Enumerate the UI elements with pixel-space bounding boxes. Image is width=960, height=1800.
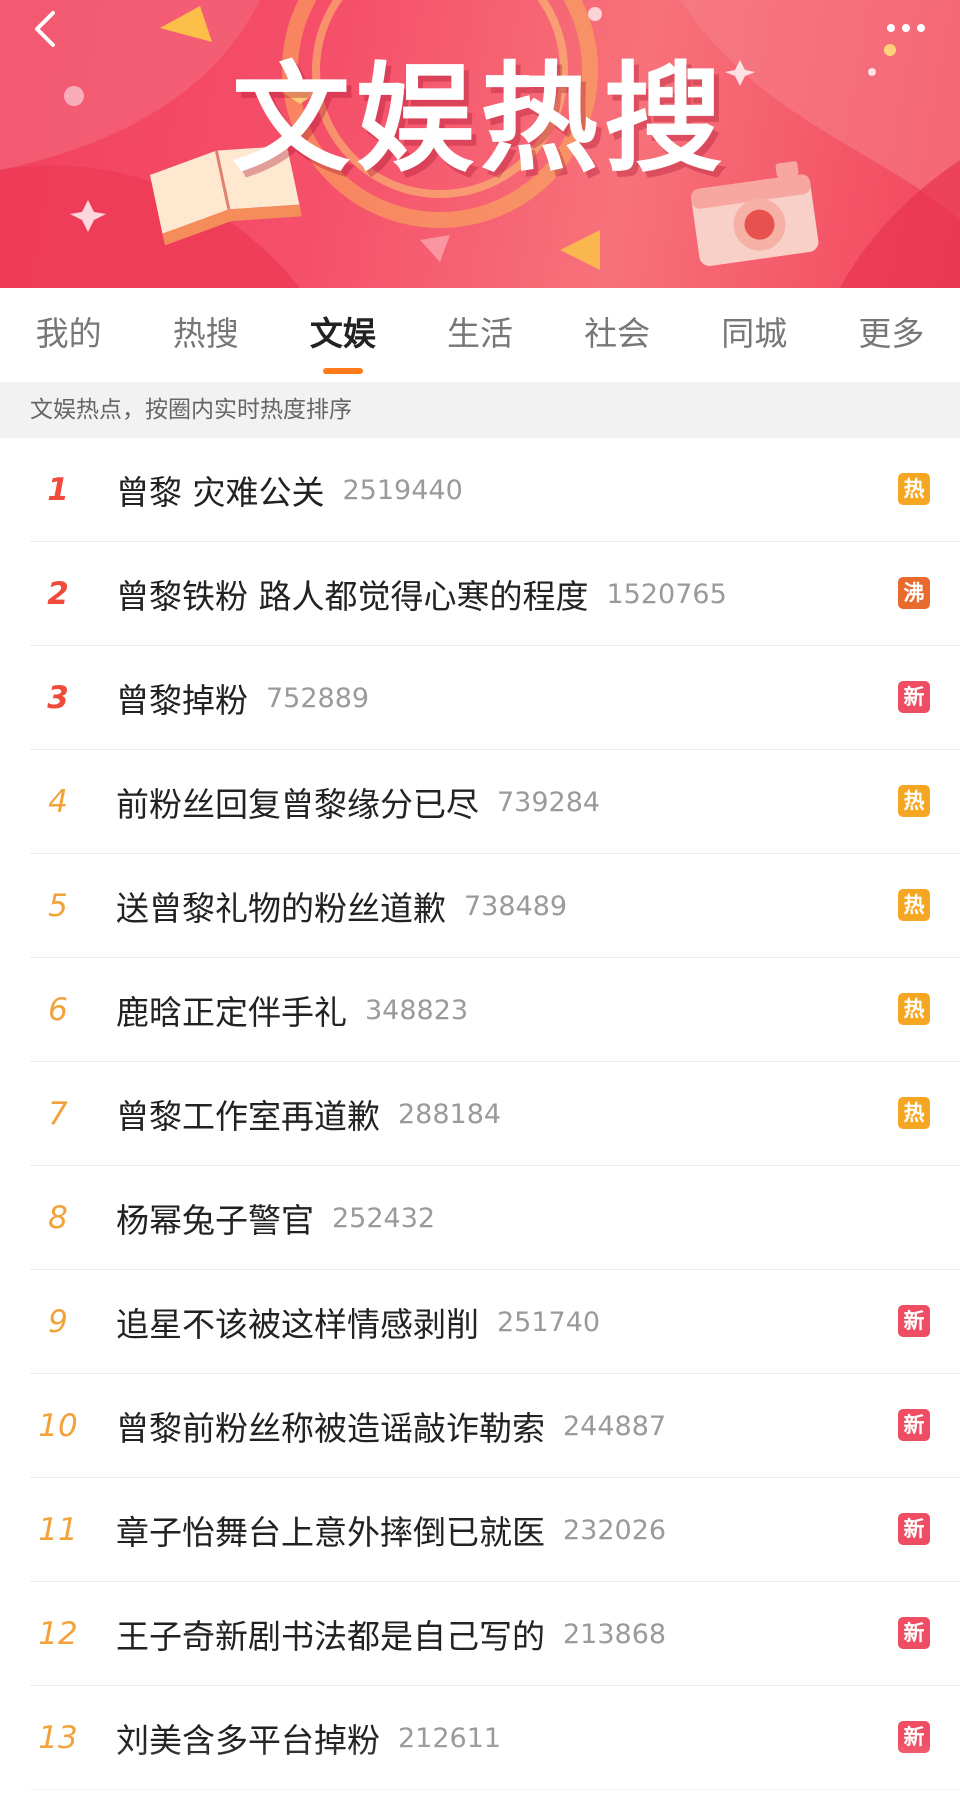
heat-count: 752889 bbox=[266, 682, 370, 714]
item-title: 曾黎 灾难公关 bbox=[116, 473, 325, 512]
rank-number: 11 bbox=[38, 1512, 78, 1548]
back-button[interactable] bbox=[22, 6, 68, 52]
heat-count: 232026 bbox=[563, 1514, 667, 1546]
chevron-left-icon bbox=[35, 11, 55, 47]
list-item[interactable]: 13 刘美含多平台掉粉 212611 新 bbox=[0, 1686, 960, 1790]
tab-hot-search[interactable]: 热搜 bbox=[137, 288, 274, 382]
status-badge: 新 bbox=[898, 681, 930, 713]
list-description: 文娱热点，按圈内实时热度排序 bbox=[0, 382, 960, 438]
item-title: 杨幂兔子警官 bbox=[116, 1201, 314, 1240]
rank-number: 5 bbox=[48, 888, 68, 924]
heat-count: 288184 bbox=[398, 1098, 502, 1130]
list-item[interactable]: 4 前粉丝回复曾黎缘分已尽 739284 热 bbox=[0, 750, 960, 854]
status-badge: 热 bbox=[898, 1097, 930, 1129]
list-item[interactable]: 1 曾黎 灾难公关 2519440 热 bbox=[0, 438, 960, 542]
list-item[interactable]: 2 曾黎铁粉 路人都觉得心寒的程度 1520765 沸 bbox=[0, 542, 960, 646]
list-item[interactable]: 5 送曾黎礼物的粉丝道歉 738489 热 bbox=[0, 854, 960, 958]
item-title: 刘美含多平台掉粉 bbox=[116, 1721, 380, 1760]
rank-number: 4 bbox=[48, 784, 68, 820]
item-title: 曾黎掉粉 bbox=[116, 681, 248, 720]
status-badge: 新 bbox=[898, 1617, 930, 1649]
list-item[interactable]: 3 曾黎掉粉 752889 新 bbox=[0, 646, 960, 750]
rank-number: 13 bbox=[38, 1720, 78, 1756]
hot-search-list: 1 曾黎 灾难公关 2519440 热 2 曾黎铁粉 路人都觉得心寒的程度 1520765… bbox=[0, 438, 960, 1790]
item-title: 曾黎前粉丝称被造谣敲诈勒索 bbox=[116, 1409, 545, 1448]
status-badge: 新 bbox=[898, 1305, 930, 1337]
header-banner: 文娱热搜 bbox=[0, 0, 960, 288]
heat-count: 213868 bbox=[563, 1618, 667, 1650]
tab-label: 文娱 bbox=[309, 314, 376, 353]
heat-count: 1520765 bbox=[606, 578, 727, 610]
rank-number: 12 bbox=[38, 1616, 78, 1652]
tab-label: 生活 bbox=[446, 314, 513, 353]
heat-count: 251740 bbox=[497, 1306, 601, 1338]
list-item[interactable]: 9 追星不该被这样情感剥削 251740 新 bbox=[0, 1270, 960, 1374]
status-badge: 热 bbox=[898, 993, 930, 1025]
list-item[interactable]: 7 曾黎工作室再道歉 288184 热 bbox=[0, 1062, 960, 1166]
tab-life[interactable]: 生活 bbox=[411, 288, 548, 382]
status-badge: 热 bbox=[898, 473, 930, 505]
item-title: 曾黎工作室再道歉 bbox=[116, 1097, 380, 1136]
category-tabs: 我的 热搜 文娱 生活 社会 同城 更多 bbox=[0, 288, 960, 382]
item-title: 鹿晗正定伴手礼 bbox=[116, 993, 347, 1032]
item-title: 追星不该被这样情感剥削 bbox=[116, 1305, 479, 1344]
tab-society[interactable]: 社会 bbox=[549, 288, 686, 382]
rank-number: 2 bbox=[47, 576, 69, 612]
tab-label: 热搜 bbox=[172, 314, 239, 353]
rank-number: 6 bbox=[48, 992, 68, 1028]
list-item[interactable]: 10 曾黎前粉丝称被造谣敲诈勒索 244887 新 bbox=[0, 1374, 960, 1478]
item-title: 送曾黎礼物的粉丝道歉 bbox=[116, 889, 446, 928]
rank-number: 1 bbox=[47, 472, 69, 508]
more-dot bbox=[902, 24, 910, 32]
heat-count: 2519440 bbox=[342, 474, 463, 506]
more-dot bbox=[917, 24, 925, 32]
item-title: 章子怡舞台上意外摔倒已就医 bbox=[116, 1513, 545, 1552]
tab-label: 更多 bbox=[858, 314, 925, 353]
rank-number: 8 bbox=[48, 1200, 68, 1236]
list-item[interactable]: 6 鹿晗正定伴手礼 348823 热 bbox=[0, 958, 960, 1062]
tab-label: 同城 bbox=[721, 314, 788, 353]
status-badge: 新 bbox=[898, 1409, 930, 1441]
status-badge: 新 bbox=[898, 1513, 930, 1545]
item-title: 曾黎铁粉 路人都觉得心寒的程度 bbox=[116, 577, 589, 616]
tab-entertainment[interactable]: 文娱 bbox=[274, 288, 411, 382]
list-item[interactable]: 8 杨幂兔子警官 252432 bbox=[0, 1166, 960, 1270]
heat-count: 212611 bbox=[398, 1722, 502, 1754]
list-item[interactable]: 11 章子怡舞台上意外摔倒已就医 232026 新 bbox=[0, 1478, 960, 1582]
heat-count: 244887 bbox=[563, 1410, 667, 1442]
list-item[interactable]: 12 王子奇新剧书法都是自己写的 213868 新 bbox=[0, 1582, 960, 1686]
rank-number: 3 bbox=[47, 680, 69, 716]
tab-more[interactable]: 更多 bbox=[823, 288, 960, 382]
status-badge: 热 bbox=[898, 785, 930, 817]
page-title: 文娱热搜 bbox=[231, 50, 728, 188]
status-badge: 沸 bbox=[898, 577, 930, 609]
rank-number: 10 bbox=[38, 1408, 78, 1444]
rank-number: 9 bbox=[48, 1304, 68, 1340]
status-badge: 新 bbox=[898, 1721, 930, 1753]
more-dots-icon bbox=[887, 24, 895, 32]
rank-number: 7 bbox=[48, 1096, 68, 1132]
tab-label: 我的 bbox=[35, 314, 102, 353]
item-title: 前粉丝回复曾黎缘分已尽 bbox=[116, 785, 479, 824]
more-button[interactable] bbox=[876, 10, 936, 46]
heat-count: 739284 bbox=[497, 786, 601, 818]
heat-count: 738489 bbox=[464, 890, 568, 922]
item-title: 王子奇新剧书法都是自己写的 bbox=[116, 1617, 545, 1656]
heat-count: 348823 bbox=[365, 994, 469, 1026]
tab-label: 社会 bbox=[584, 314, 651, 353]
tab-indicator bbox=[322, 368, 363, 374]
tab-local[interactable]: 同城 bbox=[686, 288, 823, 382]
status-badge: 热 bbox=[898, 889, 930, 921]
list-description-text: 文娱热点，按圈内实时热度排序 bbox=[30, 397, 352, 423]
heat-count: 252432 bbox=[332, 1202, 436, 1234]
tab-mine[interactable]: 我的 bbox=[0, 288, 137, 382]
